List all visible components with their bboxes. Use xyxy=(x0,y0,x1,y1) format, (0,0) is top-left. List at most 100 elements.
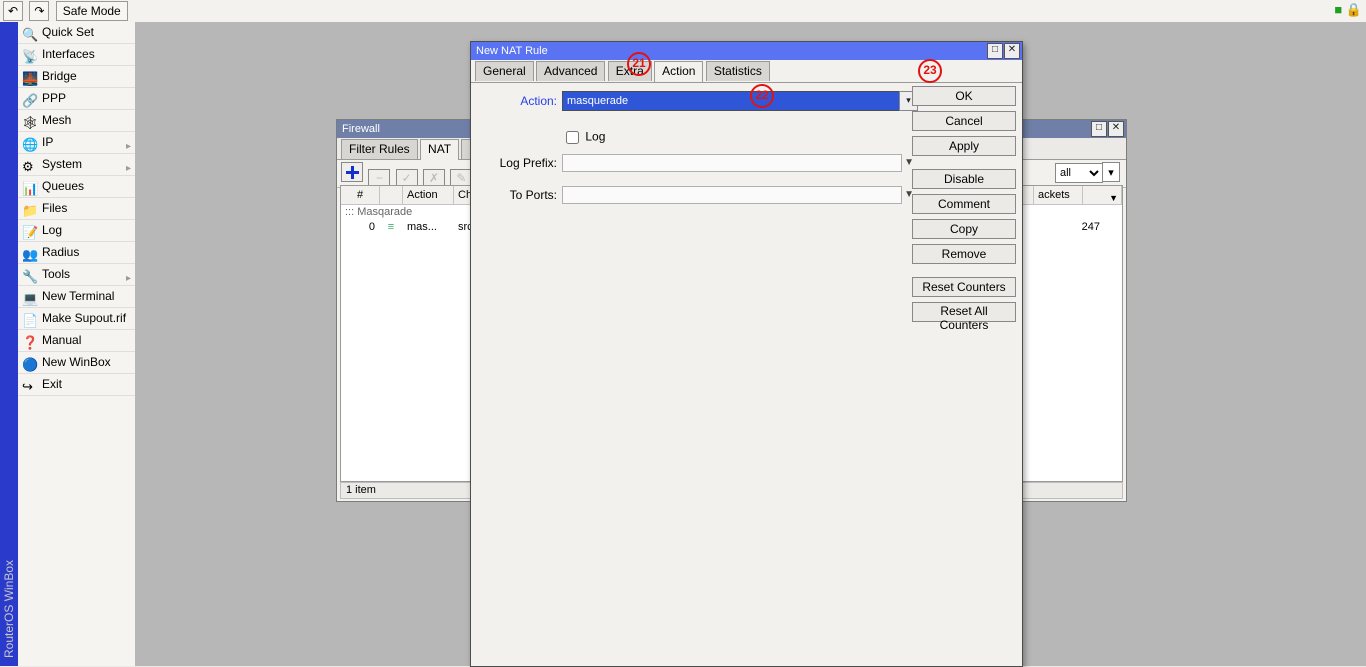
nav-ppp[interactable]: 🔗PPP xyxy=(18,88,135,110)
nav-files[interactable]: 📁 Files xyxy=(18,198,135,220)
row-icon: ≡ xyxy=(380,220,403,235)
folder-icon: 📁 xyxy=(22,200,38,221)
nav-exit[interactable]: ↪ Exit xyxy=(18,374,135,396)
firewall-close-button[interactable]: ✕ xyxy=(1108,121,1124,137)
nav-label: System xyxy=(42,157,82,171)
app-toolbar: ↶ ↷ Safe Mode ■ 🔒 xyxy=(0,0,1366,23)
nav-tools[interactable]: 🔧Tools▸ xyxy=(18,264,135,286)
nav-log[interactable]: 📝 Log xyxy=(18,220,135,242)
nav-label: Exit xyxy=(42,377,62,391)
safe-mode-button[interactable]: Safe Mode xyxy=(56,1,128,21)
file-icon: 📄 xyxy=(22,310,38,331)
nav-quick-set[interactable]: 🔍Quick Set xyxy=(18,22,135,44)
nav-label: New Terminal xyxy=(42,289,114,303)
nav-label: Log xyxy=(42,223,62,237)
bridge-icon: 🌉 xyxy=(22,68,38,89)
to-ports-input[interactable] xyxy=(562,186,902,204)
nav-label: Bridge xyxy=(42,69,77,83)
filter-select[interactable]: all xyxy=(1055,163,1103,183)
interfaces-icon: 📡 xyxy=(22,46,38,67)
status-green-icon: ■ xyxy=(1334,2,1342,17)
col-num[interactable]: # xyxy=(341,186,380,204)
redo-button[interactable]: ↷ xyxy=(29,1,49,21)
dialog-buttons: OK Cancel Apply Disable Comment Copy Rem… xyxy=(912,86,1018,332)
status-lock-icon: 🔒 xyxy=(1346,2,1362,17)
tab-general[interactable]: General xyxy=(475,61,534,81)
nav-ip[interactable]: 🌐IP▸ xyxy=(18,132,135,154)
tab-action[interactable]: Action xyxy=(654,61,703,82)
action-combobox[interactable]: masquerade ▾ xyxy=(562,91,900,111)
log-checkbox[interactable] xyxy=(566,131,579,144)
log-prefix-label: Log Prefix: xyxy=(481,156,557,170)
reset-counters-button[interactable]: Reset Counters xyxy=(912,277,1016,297)
tab-advanced[interactable]: Advanced xyxy=(536,61,605,81)
dialog-body: General Advanced Extra Action Statistics… xyxy=(471,60,1022,666)
nav-interfaces[interactable]: 📡 Interfaces xyxy=(18,44,135,66)
filter-dropdown[interactable]: all▾ xyxy=(1055,162,1120,180)
nav-new-winbox[interactable]: 🔵New WinBox xyxy=(18,352,135,374)
nav-sidebar: 🔍Quick Set 📡 Interfaces 🌉 Bridge 🔗PPP 🕸Mes… xyxy=(18,22,136,666)
nav-bridge[interactable]: 🌉 Bridge xyxy=(18,66,135,88)
brand-text: RouterOS WinBox xyxy=(2,560,16,658)
help-icon: ❓ xyxy=(22,332,38,353)
desktop-area: Firewall □ ✕ Filter Rules NAT Mangle − ✓… xyxy=(135,22,1366,666)
nav-label: Manual xyxy=(42,333,81,347)
apply-button[interactable]: Apply xyxy=(912,136,1016,156)
firewall-title-text: Firewall xyxy=(342,123,380,135)
disable-button[interactable]: Disable xyxy=(912,169,1016,189)
nav-label: Mesh xyxy=(42,113,71,127)
ppp-icon: 🔗 xyxy=(22,90,38,111)
nav-mesh[interactable]: 🕸Mesh xyxy=(18,110,135,132)
queues-icon: 📊 xyxy=(22,178,38,199)
dialog-title-text: New NAT Rule xyxy=(476,45,548,57)
reset-all-counters-button[interactable]: Reset All Counters xyxy=(912,302,1016,322)
col-ackets[interactable]: ackets xyxy=(1034,186,1083,204)
ok-button[interactable]: OK xyxy=(912,86,1016,106)
nav-label: Files xyxy=(42,201,67,215)
log-icon: 📝 xyxy=(22,222,38,243)
nav-radius[interactable]: 👥Radius xyxy=(18,242,135,264)
nav-label: Queues xyxy=(42,179,84,193)
nav-queues[interactable]: 📊 Queues xyxy=(18,176,135,198)
log-prefix-input[interactable] xyxy=(562,154,902,172)
to-ports-label: To Ports: xyxy=(481,188,557,202)
nav-manual[interactable]: ❓ Manual xyxy=(18,330,135,352)
filter-dropdown-button[interactable]: ▾ xyxy=(1102,162,1120,182)
nav-label: New WinBox xyxy=(42,355,111,369)
copy-button[interactable]: Copy xyxy=(912,219,1016,239)
status-icons: ■ 🔒 xyxy=(1334,2,1362,18)
mesh-icon: 🕸 xyxy=(22,112,39,133)
action-value: masquerade xyxy=(567,95,628,107)
tab-extra[interactable]: Extra xyxy=(608,61,652,81)
nav-system[interactable]: ⚙System▸ xyxy=(18,154,135,176)
dialog-titlebar[interactable]: New NAT Rule □ ✕ xyxy=(471,42,1022,60)
firewall-min-button[interactable]: □ xyxy=(1091,121,1107,137)
nav-make-supout[interactable]: 📄 Make Supout.rif xyxy=(18,308,135,330)
log-label: Log xyxy=(585,129,605,143)
gear-icon: ⚙ xyxy=(22,156,34,177)
comment-text: ::: Masqarade xyxy=(341,205,417,220)
wrench-icon: 🔍 xyxy=(22,24,38,45)
undo-button[interactable]: ↶ xyxy=(3,1,23,21)
nav-label: Tools xyxy=(42,267,70,281)
nav-label: IP xyxy=(42,135,53,149)
nav-new-terminal[interactable]: 💻New Terminal xyxy=(18,286,135,308)
col-blank[interactable] xyxy=(380,186,403,204)
tab-filter-rules[interactable]: Filter Rules xyxy=(341,139,418,159)
dialog-close-button[interactable]: ✕ xyxy=(1004,43,1020,59)
dialog-min-button[interactable]: □ xyxy=(987,43,1003,59)
remove-button[interactable]: Remove xyxy=(912,244,1016,264)
comment-button[interactable]: Comment xyxy=(912,194,1016,214)
tab-statistics[interactable]: Statistics xyxy=(706,61,770,81)
col-last[interactable]: ▼ xyxy=(1083,186,1122,204)
cancel-button[interactable]: Cancel xyxy=(912,111,1016,131)
col-action[interactable]: Action xyxy=(403,186,454,204)
cell-packets: 247 xyxy=(1034,220,1105,235)
brand-bar: RouterOS WinBox xyxy=(0,22,18,666)
exit-icon: ↪ xyxy=(22,376,33,397)
tab-nat[interactable]: NAT xyxy=(420,139,459,160)
action-label: Action: xyxy=(481,94,557,108)
nav-label: Interfaces xyxy=(42,47,95,61)
nav-label: Make Supout.rif xyxy=(42,311,126,325)
add-button[interactable] xyxy=(341,162,363,182)
